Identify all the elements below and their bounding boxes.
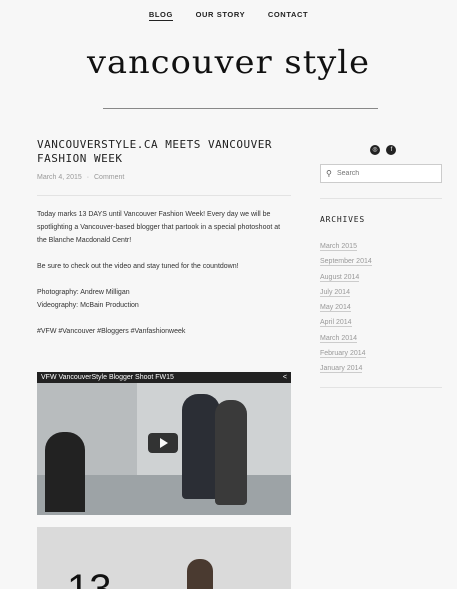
facebook-icon[interactable]: f — [386, 145, 397, 155]
comment-link[interactable]: Comment — [94, 174, 124, 181]
nav-our-story[interactable]: OUR STORY — [196, 10, 246, 20]
archive-item: February 2014 — [320, 350, 366, 359]
post-photo: 13 — [37, 527, 291, 589]
video-title-bar: VFW VancouverStyle Blogger Shoot FW15 — [37, 372, 291, 383]
sidebar-divider — [320, 198, 442, 199]
video-person — [215, 400, 247, 505]
post-date: March 4, 2015 — [37, 174, 82, 181]
archive-item: August 2014 — [320, 273, 360, 282]
post-paragraph: #VFW #Vancouver #Bloggers #Vanfashionwee… — [37, 328, 186, 335]
post-paragraph: Photography: Andrew Milligan — [37, 289, 130, 296]
post-body: Today marks 13 DAYS until Vancouver Fash… — [37, 208, 291, 351]
archive-item: March 2014 — [320, 334, 357, 343]
nav-blog[interactable]: BLOG — [148, 10, 173, 21]
search-box: ⚲ — [320, 164, 442, 183]
archives-title: ARCHIVES — [320, 215, 365, 224]
photo-number: 13 — [67, 567, 112, 589]
archive-item: May 2014 — [320, 304, 351, 313]
header-divider — [103, 108, 378, 109]
nav-contact[interactable]: CONTACT — [268, 10, 308, 20]
archives-list: March 2015 September 2014 August 2014 Ju… — [320, 239, 372, 377]
video-person — [45, 432, 85, 512]
instagram-icon[interactable]: ◎ — [370, 145, 380, 155]
archive-item: March 2015 — [320, 243, 357, 251]
video-title[interactable]: VFW VancouverStyle Blogger Shoot FW15 — [41, 374, 174, 381]
site-logo[interactable]: vancouver style — [0, 43, 457, 81]
post-paragraph: Today marks 13 DAYS until Vancouver Fash… — [37, 211, 281, 244]
sidebar-divider — [320, 387, 442, 388]
video-embed[interactable]: VFW VancouverStyle Blogger Shoot FW15 < — [37, 372, 291, 515]
share-icon[interactable]: < — [283, 372, 287, 383]
archive-item: January 2014 — [320, 365, 363, 374]
post-paragraph: Be sure to check out the video and stay … — [37, 263, 239, 270]
main-nav: BLOG OUR STORY CONTACT — [0, 10, 457, 21]
post-title[interactable]: VANCOUVERSTYLE.CA MEETS VANCOUVER FASHIO… — [37, 138, 287, 166]
archive-item: July 2014 — [320, 288, 350, 297]
post-paragraph: Videography: McBain Production — [37, 302, 139, 309]
post-meta: March 4, 2015 · Comment — [37, 174, 124, 181]
photo-person — [187, 559, 213, 589]
archive-item: September 2014 — [320, 258, 372, 267]
social-links: ◎ f — [370, 138, 398, 156]
search-input[interactable] — [337, 167, 437, 179]
play-button[interactable] — [148, 433, 178, 453]
meta-separator: · — [86, 174, 90, 181]
post-divider — [37, 195, 291, 196]
search-icon[interactable]: ⚲ — [326, 169, 332, 178]
archive-item: April 2014 — [320, 319, 352, 328]
